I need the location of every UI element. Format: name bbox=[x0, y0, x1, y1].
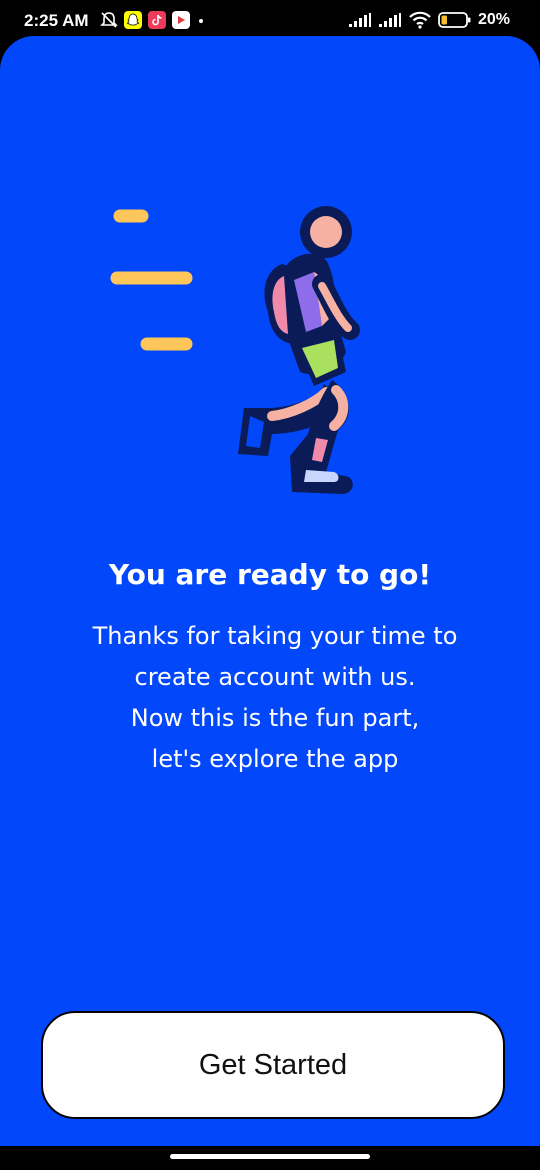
battery-percent: 20% bbox=[477, 11, 510, 28]
tiktok-icon bbox=[148, 11, 166, 29]
wifi-icon bbox=[409, 11, 431, 29]
description-line: Now this is the fun part, bbox=[130, 704, 420, 732]
battery-icon bbox=[438, 12, 471, 28]
status-bar: 2:25 AM 20% bbox=[0, 0, 540, 40]
dot-icon bbox=[199, 19, 203, 23]
description-line: create account with us. bbox=[134, 663, 416, 691]
description: Thanks for taking your time to create ac… bbox=[40, 616, 510, 780]
home-indicator[interactable] bbox=[170, 1154, 370, 1159]
signal-icon bbox=[348, 13, 371, 27]
notification-icons bbox=[100, 11, 206, 29]
mute-bell-icon bbox=[100, 12, 118, 28]
get-started-button[interactable]: Get Started bbox=[41, 1011, 505, 1119]
onboarding-screen: You are ready to go! Thanks for taking y… bbox=[0, 36, 540, 1146]
system-icons: 20% bbox=[348, 11, 510, 29]
status-time: 2:25 AM bbox=[24, 11, 89, 30]
description-line: Thanks for taking your time to bbox=[92, 622, 458, 650]
signal-icon bbox=[378, 13, 401, 27]
running-person-illustration bbox=[110, 206, 360, 494]
snapchat-icon bbox=[124, 11, 142, 29]
description-line: let's explore the app bbox=[151, 745, 399, 773]
page-title: You are ready to go! bbox=[108, 558, 432, 591]
youtube-icon bbox=[172, 11, 190, 29]
